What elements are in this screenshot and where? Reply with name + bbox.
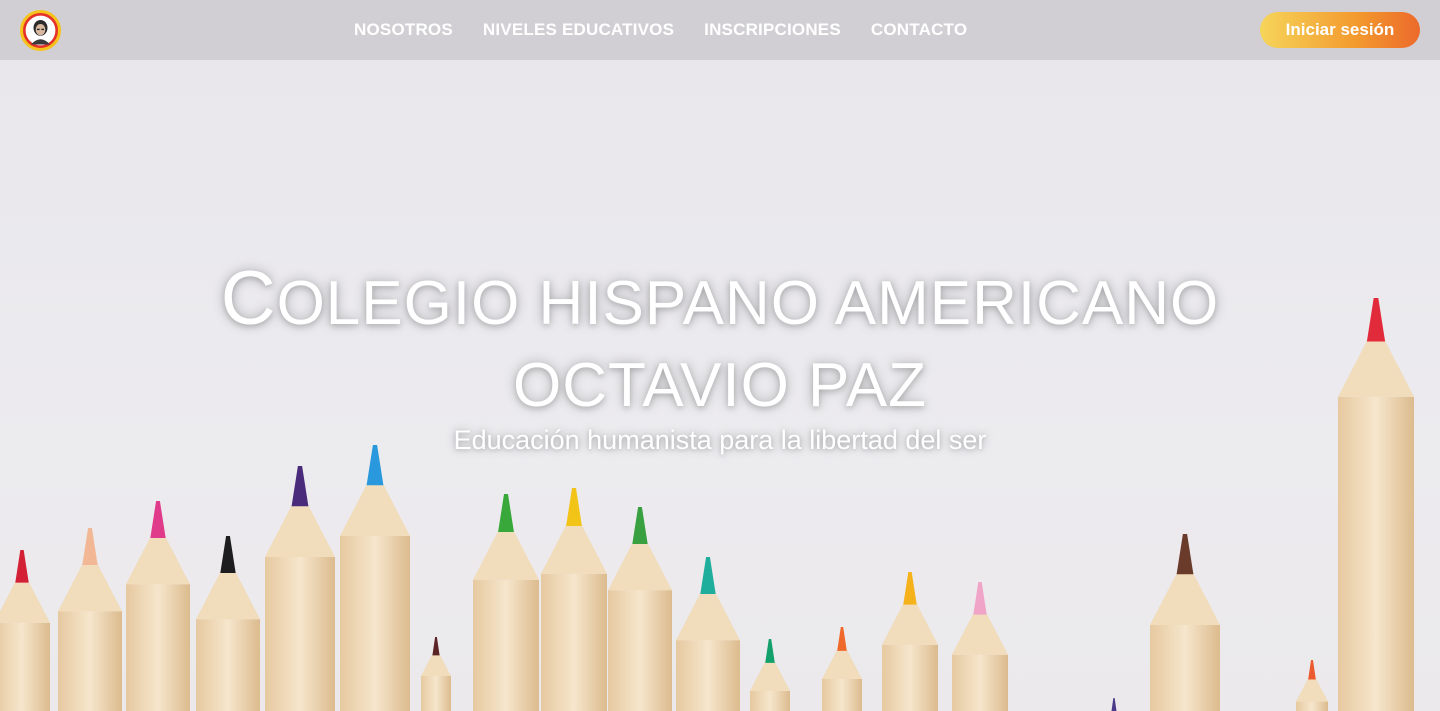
pencil-shaft bbox=[541, 573, 607, 711]
pencil-wood-cone bbox=[340, 483, 410, 536]
hero-title-line-2: OCTAVIO PAZ bbox=[512, 351, 928, 420]
pencil-shaft bbox=[340, 536, 410, 711]
pencil-lead-tip bbox=[1176, 534, 1194, 575]
pencil-lead-tip bbox=[837, 627, 847, 651]
hero-title-line-1: COLEGIO HISPANO AMERICANO bbox=[220, 256, 1220, 341]
nav-link-contacto[interactable]: CONTACTO bbox=[856, 20, 982, 40]
pencil-lead-tip bbox=[700, 557, 716, 594]
pencil-wood-cone bbox=[952, 612, 1008, 655]
pencil-shaft bbox=[58, 611, 122, 711]
pencil-wood-cone bbox=[421, 653, 451, 676]
pencil-shaft bbox=[608, 590, 672, 711]
pencil-lead-tip bbox=[291, 466, 309, 507]
pencil-wood-cone bbox=[882, 602, 938, 645]
pencil-wood-cone bbox=[265, 504, 335, 557]
pencil-wood-cone bbox=[58, 562, 122, 612]
pencil-wood-cone bbox=[608, 541, 672, 591]
pencil-lead-tip bbox=[1308, 660, 1316, 680]
pencil-shaft bbox=[265, 557, 335, 711]
hero-section: COLEGIO HISPANO AMERICANO OCTAVIO PAZ Ed… bbox=[0, 60, 1440, 711]
pencil-shaft bbox=[126, 584, 190, 711]
hero-subtitle: Educación humanista para la libertad del… bbox=[453, 425, 987, 455]
pencil-shaft bbox=[822, 679, 862, 711]
pencil-wood-cone bbox=[541, 524, 607, 574]
main-navigation: NOSOTROS NIVELES EDUCATIVOS INSCRIPCIONE… bbox=[339, 0, 982, 60]
pencil-wood-cone bbox=[676, 591, 740, 641]
pencil-lead-tip bbox=[220, 536, 236, 573]
pencil-lead-tip bbox=[566, 488, 582, 527]
nav-link-niveles-educativos[interactable]: NIVELES EDUCATIVOS bbox=[468, 20, 689, 40]
pencil-wood-cone bbox=[1150, 572, 1220, 625]
pencil-shaft bbox=[473, 579, 539, 711]
pencil-lead-tip bbox=[150, 501, 166, 538]
navbar: NOSOTROS NIVELES EDUCATIVOS INSCRIPCIONE… bbox=[0, 0, 1440, 60]
pencil-shaft bbox=[0, 622, 50, 711]
pencil-wood-cone bbox=[196, 570, 260, 620]
pencil-lead-tip bbox=[1111, 698, 1117, 711]
nav-link-inscripciones[interactable]: INSCRIPCIONES bbox=[689, 20, 856, 40]
pencil-lead-tip bbox=[903, 572, 917, 605]
school-crest-icon[interactable] bbox=[20, 10, 61, 51]
nav-link-nosotros[interactable]: NOSOTROS bbox=[339, 20, 468, 40]
pencil-lead-tip bbox=[498, 494, 514, 533]
pencil-lead-tip bbox=[973, 582, 987, 615]
pencil-shaft bbox=[421, 676, 451, 711]
pencil-shaft bbox=[882, 644, 938, 711]
pencil-lead-tip bbox=[765, 639, 775, 663]
pencil-shaft bbox=[952, 654, 1008, 711]
login-button[interactable]: Iniciar sesión bbox=[1260, 12, 1420, 48]
pencil-lead-tip bbox=[82, 528, 98, 565]
pencil-wood-cone bbox=[473, 530, 539, 580]
pencil-shaft bbox=[1150, 625, 1220, 711]
pencil-wood-cone bbox=[126, 535, 190, 585]
pencil-wood-cone bbox=[1296, 677, 1328, 702]
hero-title: COLEGIO HISPANO AMERICANO OCTAVIO PAZ bbox=[0, 258, 1440, 427]
pencil-shaft bbox=[750, 691, 790, 711]
pencil-shaft bbox=[676, 640, 740, 711]
logo-portrait-graphic bbox=[25, 15, 56, 46]
pencil-wood-cone bbox=[750, 660, 790, 691]
pencil-wood-cone bbox=[0, 580, 50, 623]
pencil-lead-tip bbox=[15, 550, 29, 583]
pencil-shaft bbox=[196, 619, 260, 711]
pencil-lead-tip bbox=[632, 507, 648, 544]
pencil-shaft bbox=[1296, 701, 1328, 711]
pencil-wood-cone bbox=[822, 648, 862, 679]
pencil-lead-tip bbox=[432, 637, 440, 656]
